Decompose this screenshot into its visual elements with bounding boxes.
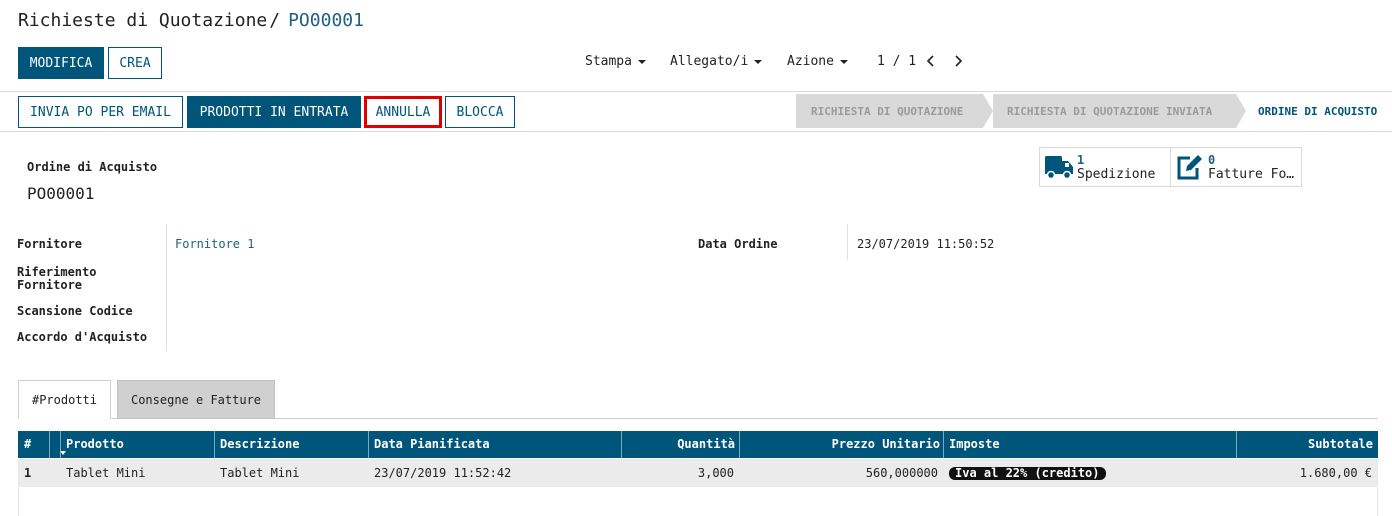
tab-products[interactable]: #Prodotti: [18, 380, 111, 419]
cell-subtotal: 1.680,00 €: [1299, 466, 1372, 480]
vendor-bills-count: 0: [1208, 153, 1216, 167]
create-button[interactable]: CREA: [108, 47, 162, 79]
order-lines-header: # Prodotto Descrizione Data Pianificata …: [18, 431, 1378, 458]
tab-deliveries-invoices[interactable]: Consegne e Fatture: [117, 380, 275, 419]
statusbar-divider: [0, 131, 1392, 132]
lock-button[interactable]: BLOCCA: [445, 96, 515, 128]
purchase-agreement-label: Accordo d'Acquisto: [17, 330, 148, 344]
column-separator: [368, 431, 369, 458]
column-separator: [214, 431, 215, 458]
pager-value[interactable]: 1 / 1: [877, 54, 916, 69]
print-dropdown[interactable]: Stampa: [585, 54, 646, 69]
print-label: Stampa: [585, 54, 632, 69]
cell-quantity: 3,000: [697, 466, 734, 480]
pager-next-icon[interactable]: [950, 51, 966, 71]
form-title-label: Ordine di Acquisto: [27, 160, 158, 174]
vendor-ref-label: Riferimento: [17, 265, 97, 279]
column-header-quantity[interactable]: Quantità: [677, 431, 735, 458]
caret-down-icon: [754, 59, 763, 64]
column-separator: [621, 431, 622, 458]
pager-previous-icon[interactable]: [923, 51, 939, 71]
edit-icon: [1177, 155, 1202, 180]
column-separator: [739, 431, 740, 458]
cell-product: Tablet Mini: [66, 466, 146, 480]
tax-tag: Iva al 22% (credito): [949, 467, 1106, 480]
vendor-bills-smart-button[interactable]: 0 Fatture Fo…: [1170, 147, 1302, 187]
vendor-bills-label: Fatture Fo…: [1208, 167, 1295, 182]
shipments-label: Spedizione: [1077, 167, 1156, 182]
order-date-label: Data Ordine: [698, 237, 778, 251]
column-header-taxes[interactable]: Imposte: [949, 431, 1000, 458]
scan-code-label: Scansione Codice: [17, 304, 133, 318]
vendor-link[interactable]: Fornitore 1: [175, 237, 254, 251]
caret-down-icon: [637, 59, 646, 64]
column-header-scheduled-date[interactable]: Data Pianificata: [374, 431, 490, 458]
table-empty-row: [18, 487, 1378, 516]
attachments-dropdown[interactable]: Allegato/i: [670, 54, 763, 69]
vendor-ref-label: Fornitore: [17, 278, 83, 292]
cell-unit-price: 560,000000: [865, 466, 938, 480]
caret-down-icon: [839, 59, 848, 64]
action-label: Azione: [787, 54, 834, 69]
column-header-seq[interactable]: #: [24, 431, 31, 458]
column-separator: [943, 431, 944, 458]
column-separator: [1236, 431, 1237, 458]
status-arrow: [1236, 94, 1246, 128]
cell-seq: 1: [24, 466, 32, 480]
status-stage-purchase-order: ORDINE DI ACQUISTO: [1246, 94, 1392, 128]
breadcrumb-parent[interactable]: Richieste di Quotazione: [18, 10, 267, 31]
cell-scheduled-date: 23/07/2019 11:52:42: [374, 466, 512, 480]
truck-icon: [1045, 156, 1073, 180]
status-arrow: [983, 94, 993, 128]
status-stage-rfq[interactable]: RICHIESTA DI QUOTAZIONE: [796, 94, 983, 128]
field-divider: [166, 224, 167, 351]
email-po-button[interactable]: INVIA PO PER EMAIL: [18, 96, 183, 128]
cancel-button[interactable]: ANNULLA: [364, 96, 442, 128]
shipments-count: 1: [1077, 153, 1085, 167]
breadcrumb-separator: /: [269, 10, 281, 31]
column-header-unit-price[interactable]: Prezzo Unitario: [832, 431, 940, 458]
vendor-label: Fornitore: [17, 237, 83, 251]
table-row[interactable]: 1 Tablet Mini Tablet Mini 23/07/2019 11:…: [18, 459, 1378, 487]
action-dropdown[interactable]: Azione: [787, 54, 848, 69]
cell-description: Tablet Mini: [220, 466, 300, 480]
column-header-description[interactable]: Descrizione: [220, 431, 299, 458]
breadcrumb-current: PO00001: [288, 10, 364, 31]
column-header-product[interactable]: Prodotto: [66, 431, 124, 458]
breadcrumb: Richieste di Quotazione / PO00001: [18, 10, 364, 31]
attachments-label: Allegato/i: [670, 54, 749, 69]
receive-products-button[interactable]: PRODOTTI IN ENTRATA: [187, 96, 361, 128]
order-date-value: 23/07/2019 11:50:52: [857, 237, 995, 251]
column-header-subtotal[interactable]: Subtotale: [1308, 431, 1373, 458]
status-stage-rfq-sent[interactable]: RICHIESTA DI QUOTAZIONE INVIATA: [993, 94, 1236, 128]
shipments-smart-button[interactable]: 1 Spedizione: [1039, 147, 1171, 187]
order-name: PO00001: [27, 184, 95, 203]
edit-button[interactable]: MODIFICA: [18, 47, 104, 79]
header-divider: [0, 91, 1392, 92]
field-divider: [847, 224, 848, 260]
column-separator: [49, 431, 50, 458]
